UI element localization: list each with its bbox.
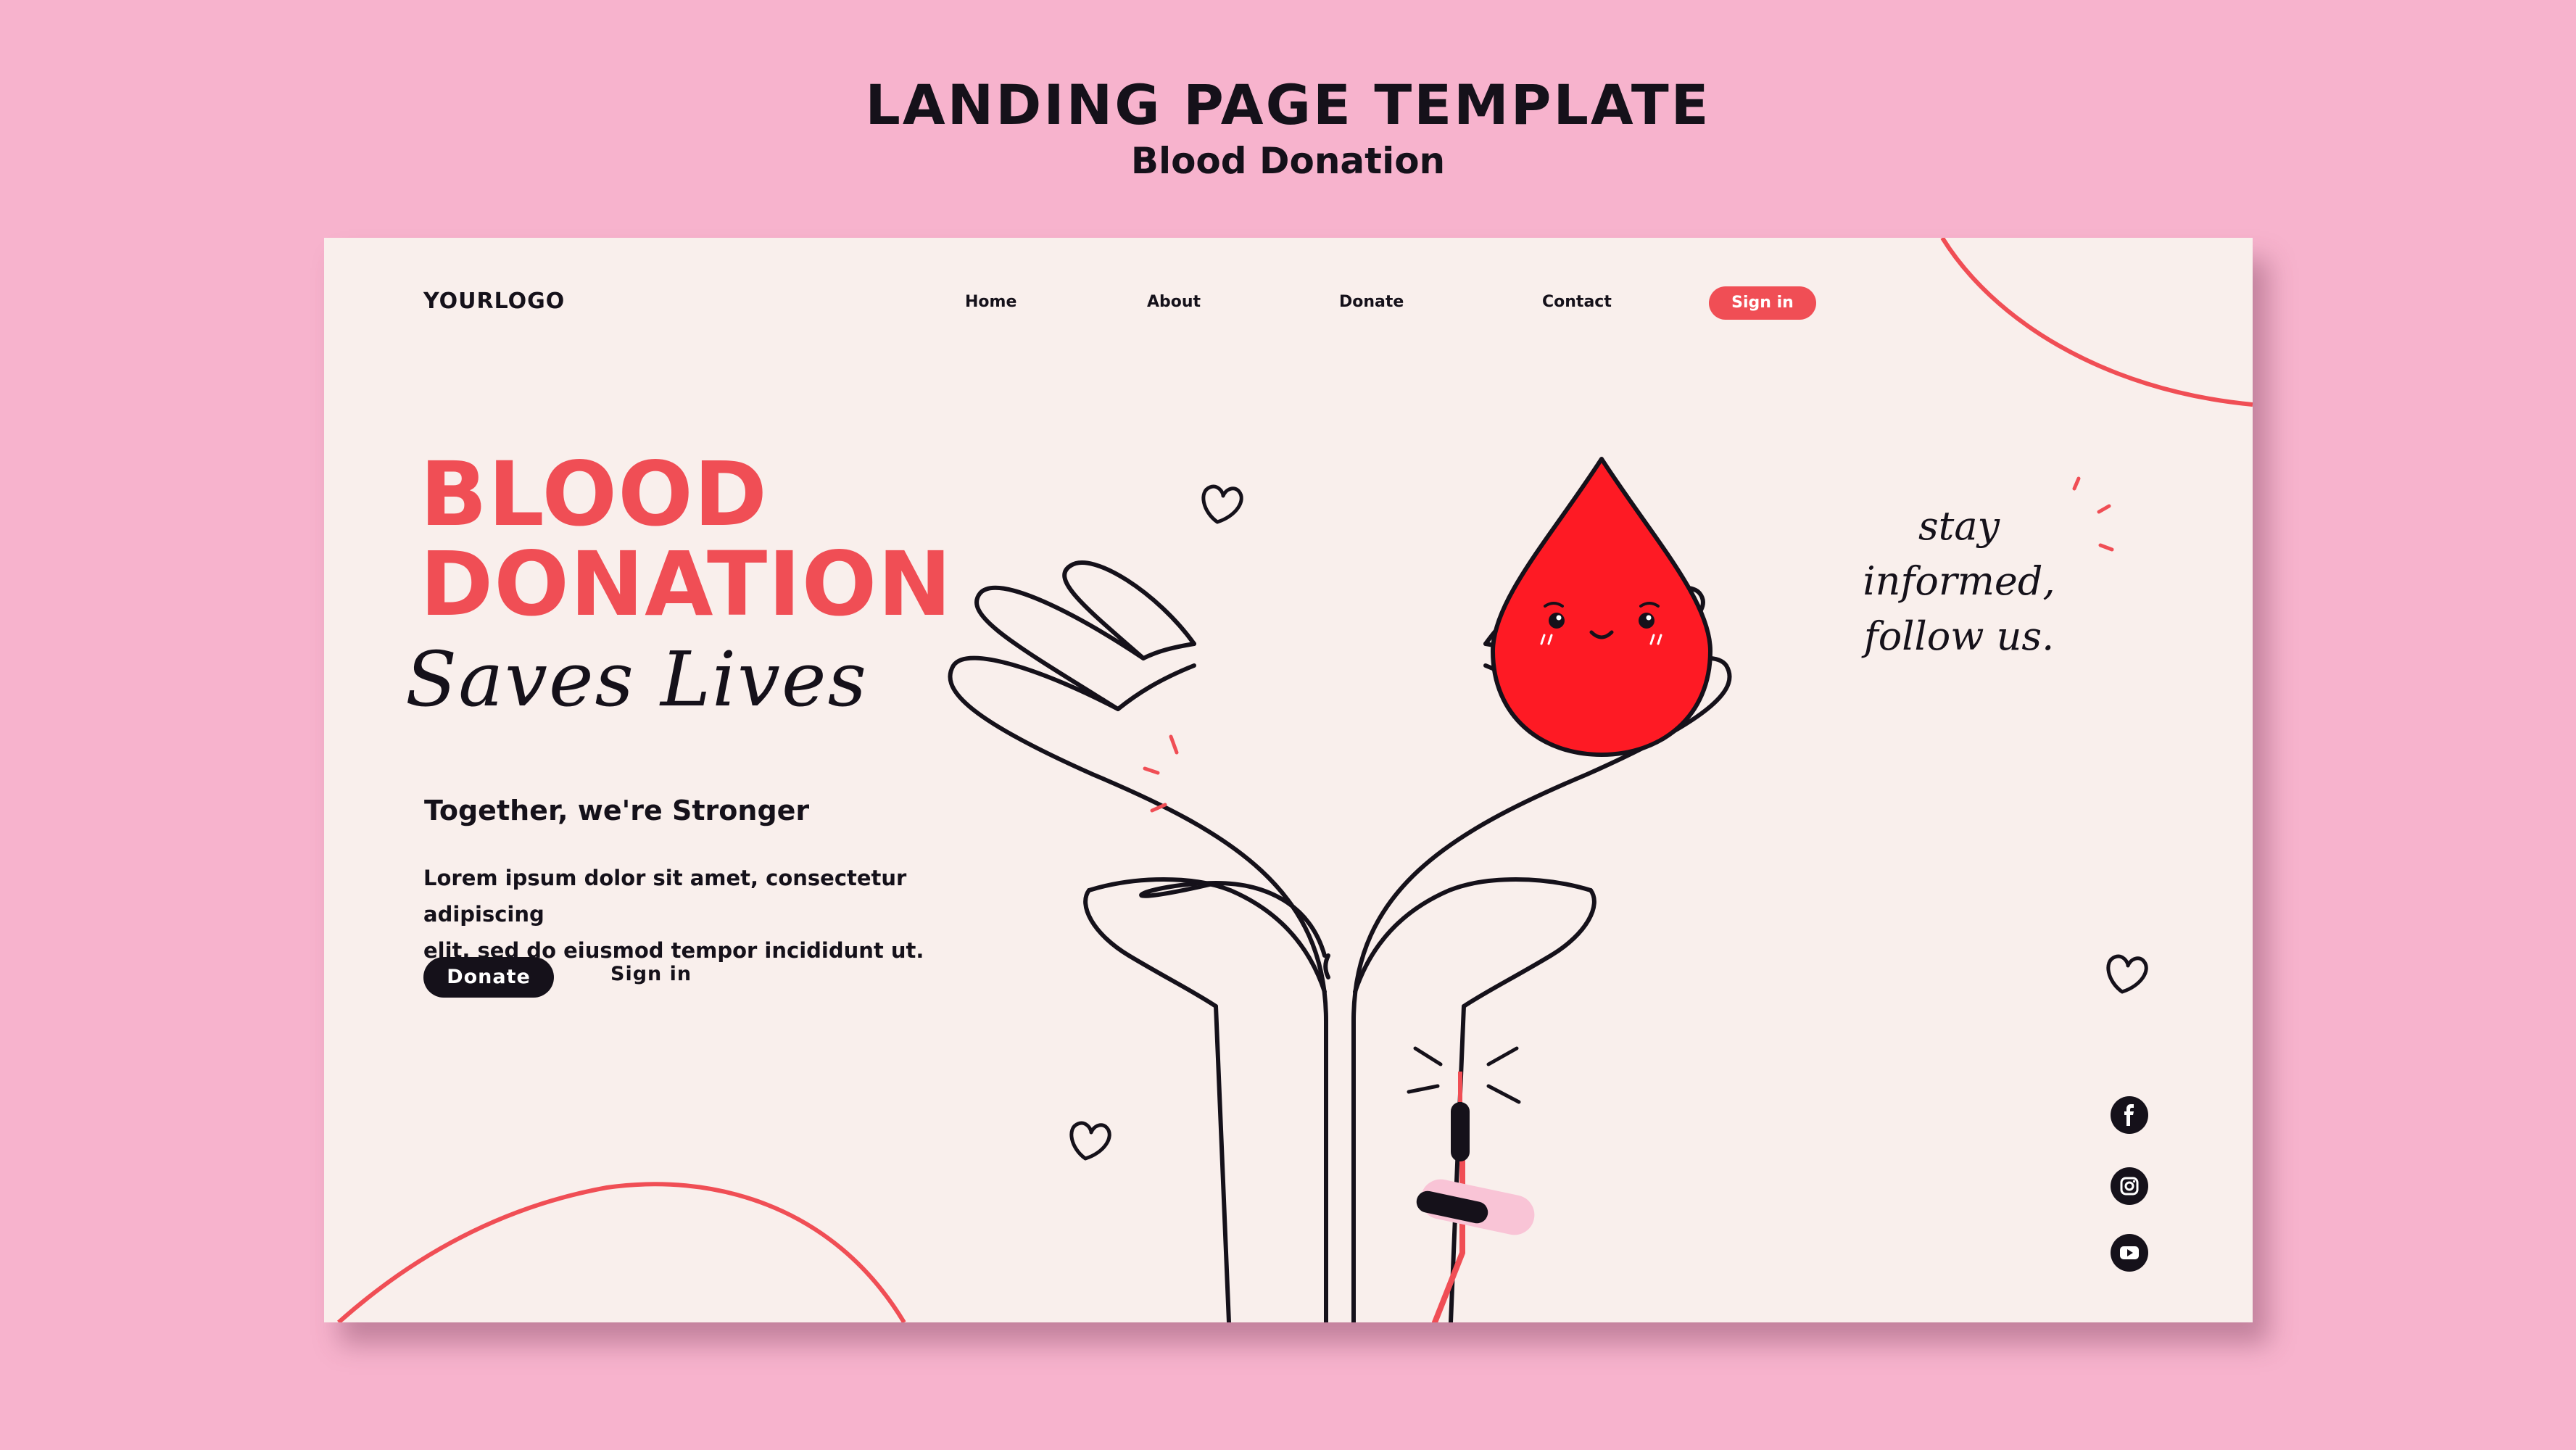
nav-item-home[interactable]: Home (965, 293, 1016, 311)
hero-body-line-1: Lorem ipsum dolor sit amet, consectetur … (423, 866, 907, 927)
page-header-title: LANDING PAGE TEMPLATE (865, 72, 1711, 137)
follow-line-2: follow us. (1863, 613, 2055, 659)
donate-button[interactable]: Donate (423, 957, 554, 998)
nav-sign-in-button[interactable]: Sign in (1709, 286, 1816, 320)
decorations (337, 238, 2253, 1322)
nav-item-about[interactable]: About (1147, 293, 1201, 311)
corner-arc-top-right (1940, 238, 2253, 407)
hero-title: BLOOD DONATION (420, 450, 952, 629)
page-header-subtitle: Blood Donation (1130, 140, 1446, 182)
instagram-icon[interactable] (2111, 1167, 2148, 1205)
logo[interactable]: YOURLOGO (423, 289, 565, 314)
hero-sign-in-link[interactable]: Sign in (610, 963, 692, 985)
follow-line-1: stay informed, (1863, 503, 2055, 604)
corner-arc-bottom-left (337, 1182, 906, 1322)
hero-tagline: Together, we're Stronger (424, 795, 810, 826)
hero-title-line-1: BLOOD (420, 443, 769, 546)
hero-body-text: Lorem ipsum dolor sit amet, consectetur … (423, 860, 1018, 969)
needle-illustration (1407, 1046, 1535, 1322)
follow-us-text: stay informed, follow us. (1818, 499, 2100, 664)
facebook-icon[interactable] (2111, 1096, 2148, 1134)
landing-page-card: YOURLOGO Home About Donate Contact Sign … (324, 238, 2253, 1322)
hero-title-line-2: DONATION (420, 533, 953, 636)
nav-item-contact[interactable]: Contact (1542, 293, 1612, 311)
blood-drop-character (1491, 457, 1712, 757)
nav-item-donate[interactable]: Donate (1339, 293, 1404, 311)
hero-script-text: Saves Lives (405, 635, 868, 724)
youtube-icon[interactable] (2111, 1234, 2148, 1272)
